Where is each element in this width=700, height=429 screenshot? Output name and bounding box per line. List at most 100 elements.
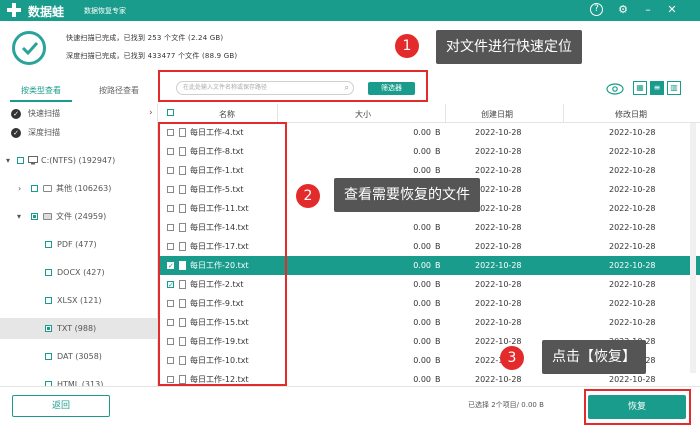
close-icon[interactable]: ✕ bbox=[664, 2, 680, 18]
tree-checkbox[interactable] bbox=[31, 185, 38, 192]
file-size: 0.00 bbox=[413, 337, 431, 346]
sidebar-item-deep-scan[interactable]: ✓ 深度扫描 bbox=[0, 123, 157, 142]
quick-scan-status: 快速扫描已完成，已找到 253 个文件 (2.24 GB) bbox=[66, 34, 224, 42]
settings-icon[interactable]: ⚙ bbox=[615, 2, 631, 18]
file-size: 0.00 bbox=[413, 280, 431, 289]
file-size-unit: B bbox=[435, 299, 441, 308]
chevron-right-icon[interactable]: › bbox=[18, 179, 21, 198]
callout-1-text: 对文件进行快速定位 bbox=[446, 39, 572, 55]
grid-view-icon[interactable]: ▦ bbox=[633, 81, 647, 95]
file-size: 0.00 bbox=[413, 223, 431, 232]
tab-by-type[interactable]: 按类型查看 bbox=[10, 82, 72, 102]
tree-item-pdf[interactable]: PDF (477) bbox=[0, 235, 157, 254]
help-icon[interactable]: ? bbox=[590, 3, 603, 16]
scan-status-area: 快速扫描已完成，已找到 253 个文件 (2.24 GB) 深度扫描已完成，已找… bbox=[0, 21, 700, 71]
file-size-unit: B bbox=[435, 128, 441, 137]
modified-date: 2022-10-28 bbox=[609, 223, 656, 232]
file-size-unit: B bbox=[435, 147, 441, 156]
column-name[interactable]: 名称 bbox=[219, 109, 235, 120]
view-tabs: 按类型查看 按路径查看 bbox=[0, 82, 158, 103]
search-icon[interactable]: ⌕ bbox=[345, 82, 349, 94]
modified-date: 2022-10-28 bbox=[609, 128, 656, 137]
tree-item-html[interactable]: HTML (313) bbox=[0, 375, 157, 386]
tree-label: PDF (477) bbox=[57, 240, 97, 249]
app-subtitle: 数据恢复专家 bbox=[84, 7, 126, 15]
search-placeholder: 在此处输入文件名称或保存路径 bbox=[183, 84, 268, 91]
modified-date: 2022-10-28 bbox=[609, 318, 656, 327]
sidebar-item-quick-scan[interactable]: ✓ 快速扫描 › bbox=[0, 104, 157, 123]
chevron-down-icon[interactable]: ▾ bbox=[6, 151, 10, 170]
scan-complete-icon bbox=[12, 31, 46, 65]
scrollbar[interactable] bbox=[690, 123, 696, 373]
document-folder-icon bbox=[43, 213, 52, 220]
file-size-unit: B bbox=[435, 223, 441, 232]
tree-label: 文件 (24959) bbox=[56, 212, 107, 221]
minimize-icon[interactable]: – bbox=[640, 2, 656, 18]
sidebar-item-label: 深度扫描 bbox=[28, 128, 60, 137]
check-icon: ✓ bbox=[11, 109, 21, 119]
created-date: 2022-10-28 bbox=[475, 223, 522, 232]
file-size: 0.00 bbox=[413, 261, 431, 270]
selection-info: 已选择 2个项目/ 0.00 B bbox=[468, 401, 544, 409]
chevron-down-icon[interactable]: ▾ bbox=[17, 207, 21, 226]
file-size-unit: B bbox=[435, 337, 441, 346]
file-size: 0.00 bbox=[413, 128, 431, 137]
file-size: 0.00 bbox=[413, 318, 431, 327]
app-logo-icon bbox=[7, 3, 21, 17]
file-size-unit: B bbox=[435, 280, 441, 289]
column-size[interactable]: 大小 bbox=[355, 109, 371, 120]
tree-checkbox[interactable] bbox=[45, 241, 52, 248]
recover-button[interactable]: 恢复 bbox=[588, 395, 686, 419]
tree-checkbox[interactable] bbox=[17, 157, 24, 164]
tree-item-xlsx[interactable]: XLSX (121) bbox=[0, 291, 157, 310]
file-size: 0.00 bbox=[413, 299, 431, 308]
deep-scan-status: 深度扫描已完成，已找到 433477 个文件 (88.9 GB) bbox=[66, 52, 238, 60]
tree-checkbox[interactable] bbox=[45, 297, 52, 304]
created-date: 2022-10-28 bbox=[475, 147, 522, 156]
drive-icon bbox=[28, 156, 38, 165]
created-date: 2022-10-28 bbox=[475, 318, 522, 327]
back-button[interactable]: 返回 bbox=[12, 395, 110, 417]
tree-item-dat[interactable]: DAT (3058) bbox=[0, 347, 157, 366]
tree-checkbox[interactable] bbox=[31, 213, 38, 220]
filter-button[interactable]: 筛选器 bbox=[368, 82, 415, 95]
tree-item-other[interactable]: › 其他 (106263) bbox=[0, 179, 157, 198]
sidebar: ✓ 快速扫描 › ✓ 深度扫描 ▾ C:(NTFS) (192947) › 其他… bbox=[0, 104, 158, 386]
tree-checkbox[interactable] bbox=[45, 269, 52, 276]
preview-eye-icon[interactable] bbox=[606, 83, 624, 95]
tree-checkbox[interactable] bbox=[45, 353, 52, 360]
select-all-checkbox[interactable] bbox=[167, 109, 174, 116]
callout-2-text: 查看需要恢复的文件 bbox=[344, 187, 470, 203]
tree-item-txt[interactable]: TXT (988) bbox=[0, 318, 157, 339]
app-name: 数据蛙 bbox=[28, 5, 65, 19]
column-modified[interactable]: 修改日期 bbox=[615, 109, 647, 120]
chevron-right-icon: › bbox=[149, 108, 153, 118]
tree-item-docs[interactable]: ▾ 文件 (24959) bbox=[0, 207, 157, 226]
column-divider bbox=[277, 104, 278, 123]
created-date: 2022-10-28 bbox=[475, 166, 522, 175]
modified-date: 2022-10-28 bbox=[609, 166, 656, 175]
detail-view-icon[interactable]: ▥ bbox=[667, 81, 681, 95]
column-created[interactable]: 创建日期 bbox=[481, 109, 513, 120]
created-date: 2022-10-28 bbox=[475, 185, 522, 194]
tab-by-path[interactable]: 按路径查看 bbox=[88, 82, 150, 102]
tree-label: DOCX (427) bbox=[57, 268, 105, 277]
modified-date: 2022-10-28 bbox=[609, 204, 656, 213]
tree-label: C:(NTFS) (192947) bbox=[41, 156, 116, 165]
tree-label: HTML (313) bbox=[57, 380, 104, 386]
tree-item-drive[interactable]: ▾ C:(NTFS) (192947) bbox=[0, 151, 157, 170]
file-size-unit: B bbox=[435, 375, 441, 384]
callout-3-text: 点击【恢复】 bbox=[552, 349, 636, 365]
sidebar-item-label: 快速扫描 bbox=[28, 109, 60, 118]
callout-3-badge: 3 bbox=[500, 346, 524, 370]
tree-item-docx[interactable]: DOCX (427) bbox=[0, 263, 157, 282]
title-bar: 数据蛙 数据恢复专家 ? ⚙ – ✕ bbox=[0, 0, 700, 21]
tree-checkbox[interactable] bbox=[45, 325, 52, 332]
modified-date: 2022-10-28 bbox=[609, 299, 656, 308]
list-view-icon[interactable]: ≡ bbox=[650, 81, 664, 95]
search-input[interactable]: 在此处输入文件名称或保存路径 ⌕ bbox=[176, 81, 354, 95]
created-date: 2022-10-28 bbox=[475, 242, 522, 251]
file-size-unit: B bbox=[435, 356, 441, 365]
tree-label: XLSX (121) bbox=[57, 296, 102, 305]
table-header: 名称 大小 创建日期 修改日期 bbox=[159, 104, 700, 123]
